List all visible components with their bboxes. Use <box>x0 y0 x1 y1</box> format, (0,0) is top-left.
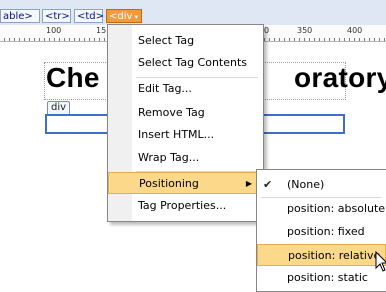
ruler-tick <box>14 38 15 41</box>
ruler-tick <box>324 38 325 41</box>
positioning-submenu: ✔ (None) position: absolute position: fix… <box>256 169 386 292</box>
menu-item-positioning[interactable]: Positioning ▶ <box>108 172 263 194</box>
tag-div-active[interactable]: <div ▾ <box>106 9 142 23</box>
ruler-tick <box>49 38 50 41</box>
tag-selector-bar: able> <tr> <td> <div ▾ <box>0 0 386 26</box>
menu-item-label: Remove Tag <box>138 106 205 119</box>
ruler-label-350: 350 <box>297 26 313 35</box>
ruler-tick <box>304 38 305 41</box>
page-heading-right: oratory <box>294 62 386 93</box>
submenu-item-static[interactable]: position: static <box>257 267 386 289</box>
menu-item-label: Select Tag <box>138 34 195 47</box>
ruler-tick <box>54 38 55 41</box>
tag-td[interactable]: <td> <box>74 9 104 23</box>
ruler-tick <box>334 38 335 41</box>
ruler-tick <box>19 38 20 41</box>
menu-item-edit-tag[interactable]: Edit Tag... <box>108 78 263 100</box>
ruler-tick <box>79 38 80 41</box>
ruler-label-150: 15 <box>96 26 107 35</box>
submenu-item-label: (None) <box>287 178 325 191</box>
ruler-tick <box>274 38 275 41</box>
ruler-tick <box>374 38 375 41</box>
ruler-tick <box>309 38 310 41</box>
ruler-tick <box>104 38 105 41</box>
tag-context-menu: Select Tag Select Tag Contents Edit Tag.… <box>107 24 264 222</box>
ruler-tick <box>24 38 25 41</box>
ruler-tick <box>284 38 285 41</box>
page-heading-left: Che <box>46 62 100 93</box>
dropdown-caret-icon: ▾ <box>134 13 138 21</box>
tag-tr[interactable]: <tr> <box>42 9 71 23</box>
ruler-tick <box>329 38 330 41</box>
menu-item-label: Edit Tag... <box>138 82 192 95</box>
submenu-item-label: position: relative <box>288 249 381 262</box>
ruler-tick <box>64 38 65 41</box>
ruler-tick <box>94 38 95 41</box>
ruler-tick <box>44 38 45 41</box>
ruler-tick <box>4 38 5 41</box>
ruler-tick <box>319 38 320 41</box>
ruler-tick <box>339 38 340 41</box>
submenu-item-label: position: fixed <box>287 225 365 238</box>
ruler-tick <box>279 38 280 41</box>
ruler-tick <box>59 38 60 41</box>
ruler-tick <box>69 38 70 41</box>
submenu-arrow-icon: ▶ <box>245 179 252 188</box>
ruler-label-300: 0 <box>264 26 270 35</box>
submenu-item-absolute[interactable]: position: absolute <box>257 198 386 220</box>
submenu-item-fixed[interactable]: position: fixed <box>257 221 386 243</box>
ruler-tick <box>289 38 290 41</box>
check-icon: ✔ <box>263 178 273 191</box>
ruler-tick <box>269 38 270 41</box>
submenu-item-label: position: absolute <box>287 202 386 215</box>
menu-item-label: Positioning <box>139 177 199 190</box>
ruler-tick <box>39 38 40 41</box>
ruler-label-400: 400 <box>347 26 363 35</box>
ruler-tick <box>379 38 380 41</box>
submenu-item-label: position: static <box>287 271 368 284</box>
div-tag-label: div <box>47 101 71 114</box>
ruler-tick <box>369 38 370 41</box>
menu-item-remove-tag[interactable]: Remove Tag <box>108 102 263 124</box>
menu-item-label: Insert HTML... <box>138 128 215 141</box>
submenu-item-none[interactable]: ✔ (None) <box>257 174 386 196</box>
mouse-cursor-icon <box>375 251 386 272</box>
submenu-item-relative[interactable]: position: relative <box>257 244 386 266</box>
menu-item-tag-properties[interactable]: Tag Properties... <box>108 195 263 217</box>
ruler-tick <box>314 38 315 41</box>
ruler-tick <box>359 38 360 41</box>
ruler-tick <box>354 38 355 41</box>
tag-div-label: <div <box>109 11 133 22</box>
ruler-tick <box>299 38 300 41</box>
ruler-tick <box>384 38 385 41</box>
ruler-tick <box>294 38 295 41</box>
menu-item-label: Wrap Tag... <box>138 151 200 164</box>
menu-item-label: Tag Properties... <box>138 199 227 212</box>
menu-item-wrap-tag[interactable]: Wrap Tag... <box>108 147 263 169</box>
ruler-tick <box>264 38 265 41</box>
ruler-tick <box>34 38 35 41</box>
menu-item-select-tag-contents[interactable]: Select Tag Contents <box>108 52 263 74</box>
ruler-tick <box>89 38 90 41</box>
ruler-tick <box>29 38 30 41</box>
menu-item-label: Select Tag Contents <box>138 56 248 69</box>
ruler-tick <box>349 38 350 41</box>
ruler-tick <box>74 38 75 41</box>
tag-table[interactable]: able> <box>0 9 40 23</box>
ruler-tick <box>84 38 85 41</box>
menu-item-select-tag[interactable]: Select Tag <box>108 30 263 52</box>
ruler-tick <box>99 38 100 41</box>
ruler-label-100: 100 <box>46 26 62 35</box>
ruler-tick <box>344 38 345 41</box>
menu-item-insert-html[interactable]: Insert HTML... <box>108 124 263 146</box>
ruler-tick <box>364 38 365 41</box>
ruler-tick <box>9 38 10 41</box>
